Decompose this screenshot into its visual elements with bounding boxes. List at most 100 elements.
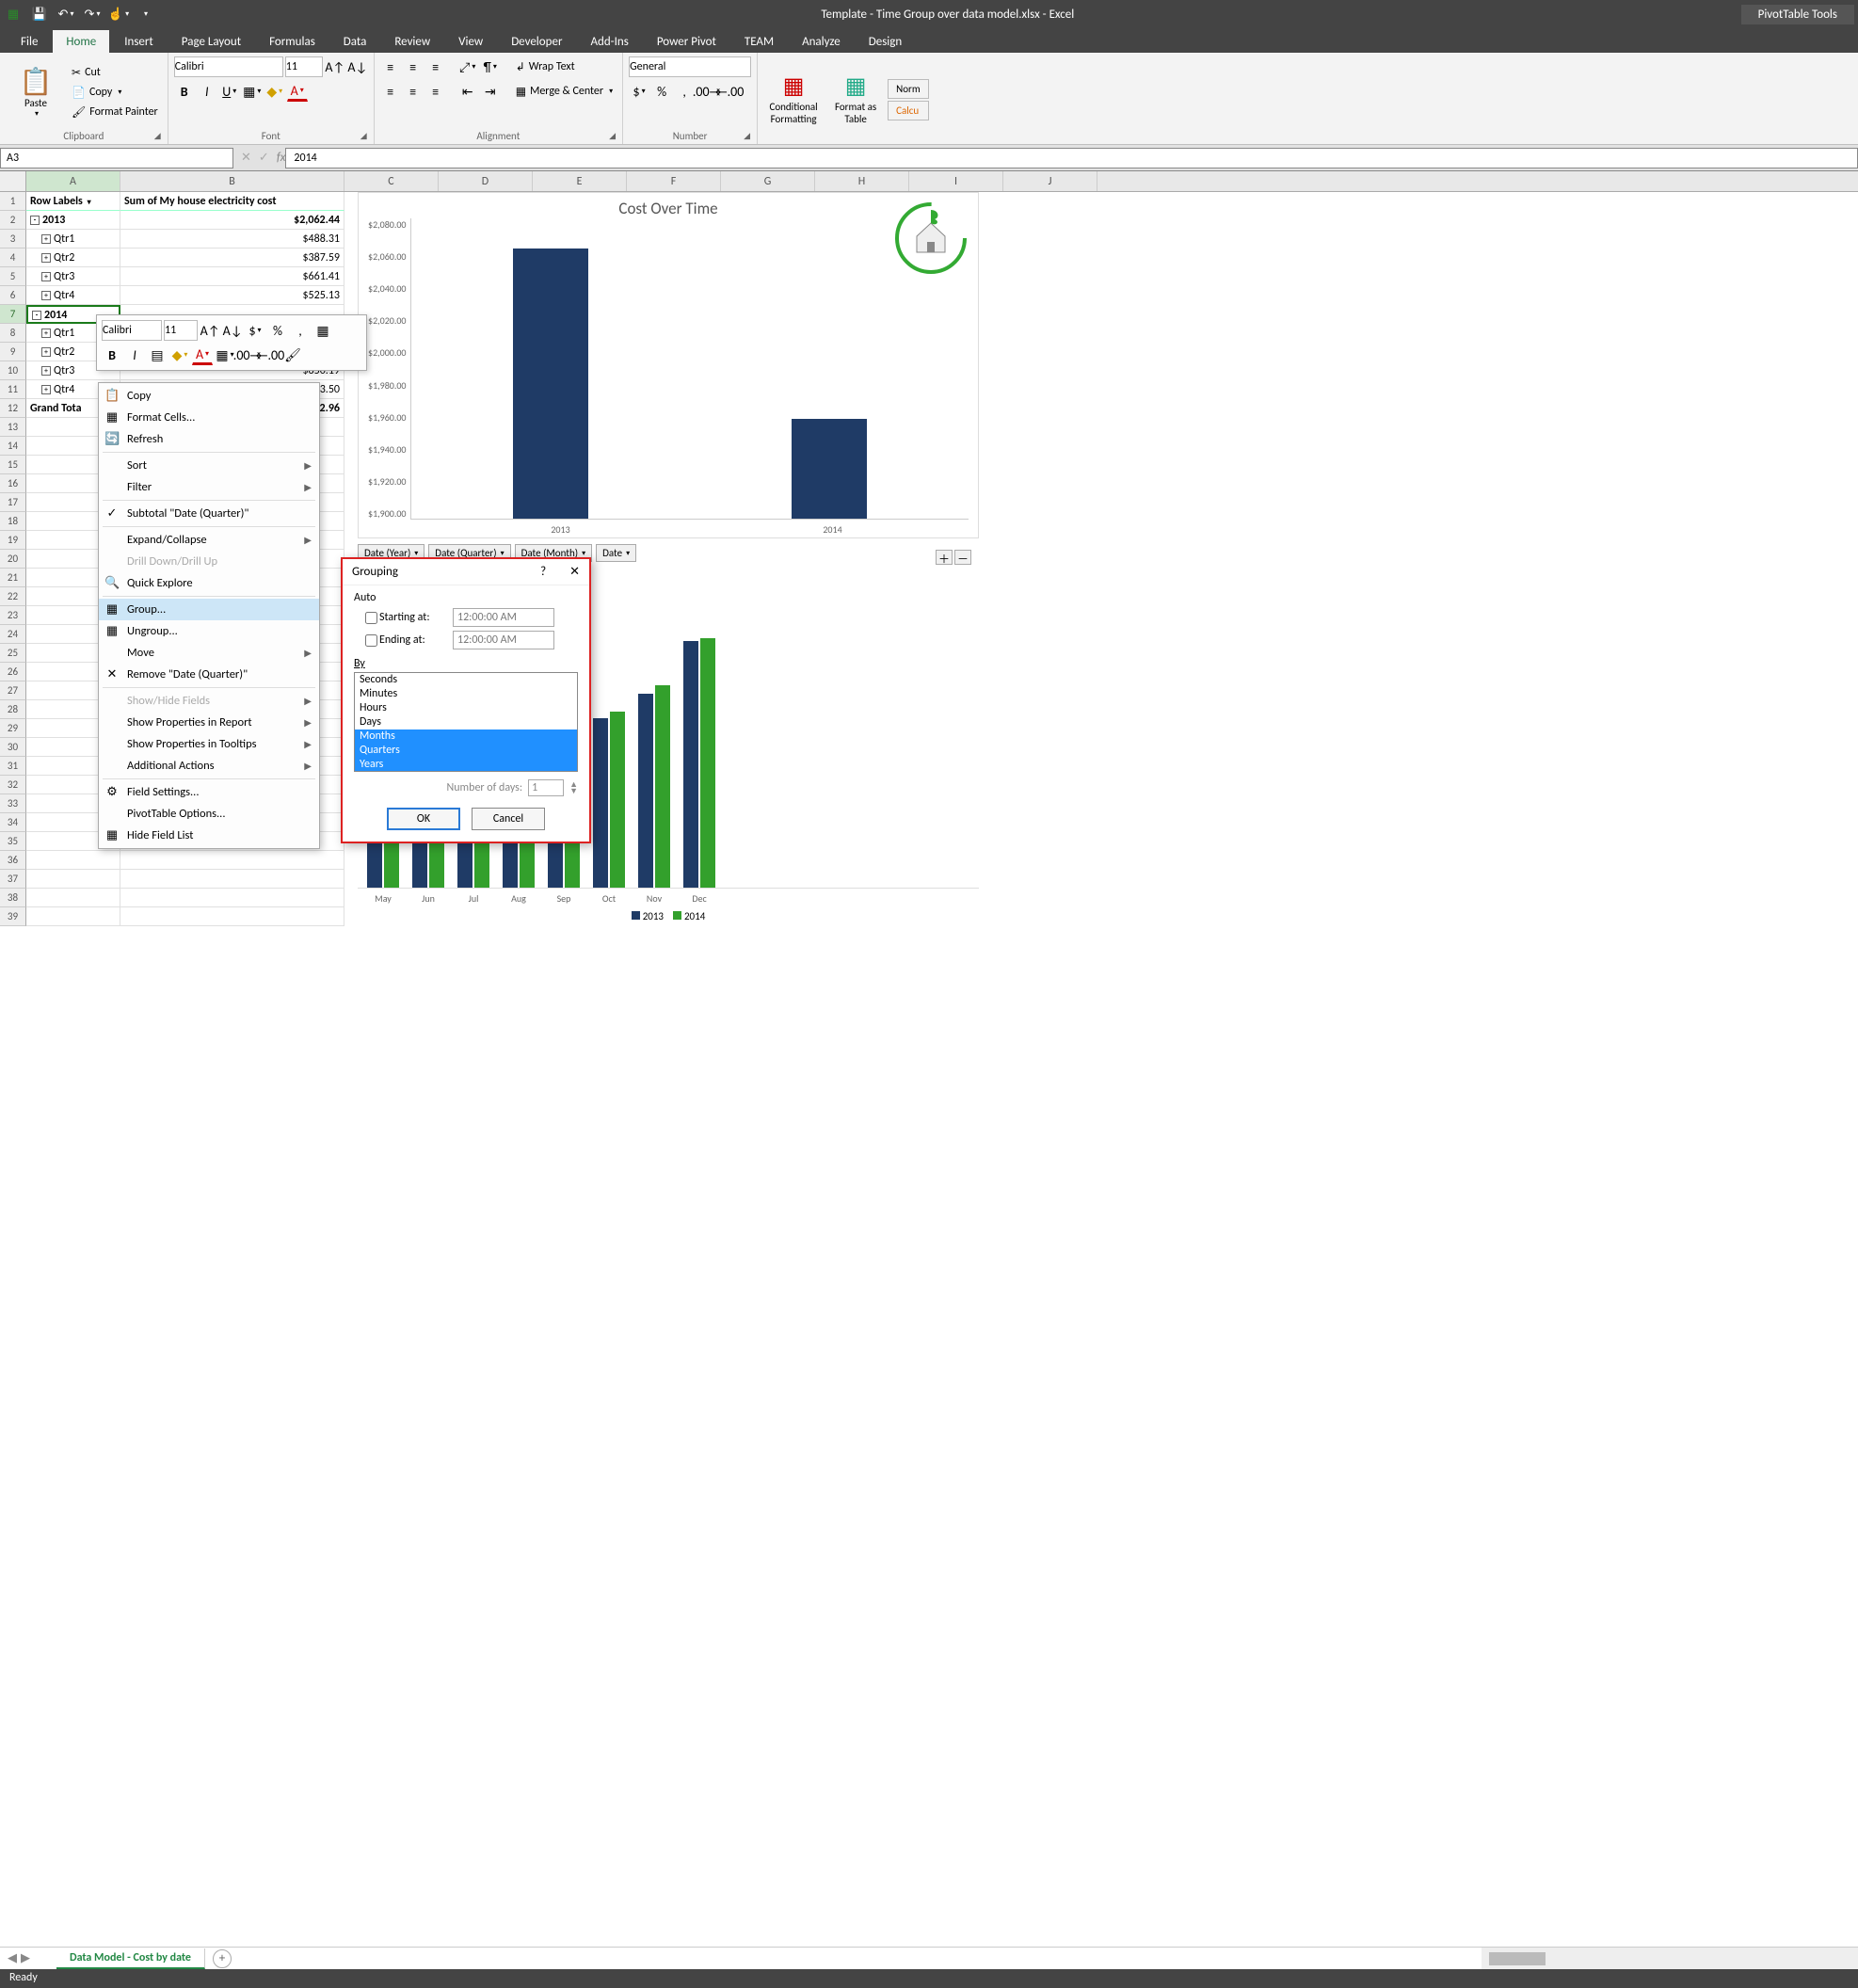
paste-button[interactable]: 📋 Paste ▾ [6, 64, 66, 120]
tab-file[interactable]: File [8, 30, 51, 53]
tab-developer[interactable]: Developer [498, 30, 575, 53]
tab-design[interactable]: Design [856, 30, 915, 53]
grouping-option[interactable]: Quarters [355, 744, 577, 758]
spinner-icon[interactable]: ▲▼ [569, 781, 578, 794]
increase-decimal-icon[interactable]: .00→ [697, 81, 717, 102]
outline-toggle-icon[interactable]: - [30, 216, 40, 225]
tab-review[interactable]: Review [381, 30, 443, 53]
grouping-option[interactable]: Minutes [355, 687, 577, 701]
undo-icon[interactable]: ↶▾ [56, 5, 75, 24]
context-menu-item[interactable]: Filter ▶ [99, 476, 319, 498]
font-name-select[interactable] [174, 56, 283, 77]
col-header-i[interactable]: I [909, 171, 1003, 191]
context-menu-item[interactable]: ▦ Ungroup... [99, 620, 319, 642]
col-header-e[interactable]: E [533, 171, 627, 191]
new-sheet-button[interactable]: + [213, 1949, 232, 1968]
empty-cell[interactable] [26, 889, 120, 907]
save-icon[interactable]: 💾 [30, 5, 49, 24]
mini-font-color-icon[interactable]: A▾ [192, 345, 213, 365]
grouping-option[interactable]: Hours [355, 701, 577, 715]
pivot-row-label[interactable]: +Qtr1 [26, 230, 120, 248]
sheet-nav-next-icon[interactable]: ▶ [21, 1951, 30, 1965]
col-header-h[interactable]: H [815, 171, 909, 191]
mini-comma-icon[interactable]: , [290, 320, 311, 341]
empty-cell[interactable] [120, 907, 344, 926]
pivot-row-value[interactable]: $525.13 [120, 286, 344, 305]
borders-button[interactable]: ▦▾ [242, 81, 263, 102]
comma-format-icon[interactable]: , [674, 81, 695, 102]
context-menu-item[interactable]: Sort ▶ [99, 455, 319, 476]
italic-button[interactable]: I [197, 81, 217, 102]
context-menu-item[interactable]: Expand/Collapse ▶ [99, 529, 319, 551]
tab-view[interactable]: View [445, 30, 496, 53]
decrease-decimal-icon[interactable]: ←.00 [719, 81, 740, 102]
bold-button[interactable]: B [174, 81, 195, 102]
mini-fill-icon[interactable]: ◆▾ [169, 345, 190, 365]
copy-button[interactable]: 📄Copy▾ [68, 84, 162, 102]
format-painter-button[interactable]: 🖌Format Painter [68, 104, 162, 121]
align-right-icon[interactable]: ≡ [425, 81, 446, 102]
cancel-button[interactable]: Cancel [472, 808, 545, 830]
number-launcher-icon[interactable]: ◢ [744, 131, 755, 142]
context-menu-item[interactable]: ▦ Format Cells... [99, 407, 319, 428]
pivot-row-value[interactable]: $2,062.44 [120, 211, 344, 230]
col-header-a[interactable]: A [26, 171, 120, 191]
align-center-icon[interactable]: ≡ [403, 81, 424, 102]
help-icon[interactable]: ? [540, 565, 546, 579]
context-menu-item[interactable]: Show Properties in Tooltips ▶ [99, 733, 319, 755]
cell-style-normal[interactable]: Norm [888, 79, 929, 99]
enter-formula-icon[interactable]: ✓ [259, 151, 269, 165]
pivotchart-field-button[interactable]: Date ▾ [596, 544, 636, 562]
chart-bar-2014[interactable] [655, 685, 670, 888]
rtl-icon[interactable]: ¶▾ [480, 56, 501, 77]
qat-customize-icon[interactable]: ▾ [136, 5, 154, 24]
pivot-row-value[interactable]: $661.41 [120, 267, 344, 286]
col-header-f[interactable]: F [627, 171, 721, 191]
context-menu-item[interactable]: ✕ Remove "Date (Quarter)" [99, 664, 319, 685]
grouping-by-listbox[interactable]: SecondsMinutesHoursDaysMonthsQuartersYea… [354, 672, 578, 772]
col-header-j[interactable]: J [1003, 171, 1097, 191]
percent-format-icon[interactable]: % [651, 81, 672, 102]
chart-bar-2013[interactable] [593, 718, 608, 888]
outline-toggle-icon[interactable]: - [32, 311, 41, 320]
select-all-corner[interactable] [0, 171, 26, 191]
align-bottom-icon[interactable]: ≡ [425, 56, 446, 77]
alignment-launcher-icon[interactable]: ◢ [609, 131, 620, 142]
mini-format-painter-icon[interactable]: 🖌 [282, 345, 303, 365]
pivot-row-value[interactable]: $387.59 [120, 248, 344, 267]
chart-bar-2013[interactable] [638, 694, 653, 888]
tab-team[interactable]: TEAM [731, 30, 787, 53]
starting-at-checkbox[interactable] [365, 612, 377, 624]
font-color-button[interactable]: A▾ [287, 81, 308, 102]
outline-toggle-icon[interactable]: + [41, 234, 51, 244]
increase-indent-icon[interactable]: ⇥ [480, 81, 501, 102]
mini-italic-icon[interactable]: I [124, 345, 145, 365]
context-menu-item[interactable]: ✓ Subtotal "Date (Quarter)" [99, 503, 319, 524]
context-menu-item[interactable]: 🔄 Refresh [99, 428, 319, 450]
tab-addins[interactable]: Add-Ins [577, 30, 641, 53]
context-menu-item[interactable]: PivotTable Options... [99, 803, 319, 825]
grouping-option[interactable]: Days [355, 715, 577, 729]
pivot-row-label[interactable]: +Qtr3 [26, 267, 120, 286]
collapse-icon[interactable]: － [954, 550, 971, 565]
outline-toggle-icon[interactable]: + [41, 329, 51, 338]
context-menu-item[interactable]: ▦ Hide Field List [99, 825, 319, 846]
outline-toggle-icon[interactable]: + [41, 366, 51, 376]
mini-underline-icon[interactable]: ▤ [147, 345, 168, 365]
orientation-icon[interactable]: ⤢▾ [457, 56, 478, 77]
font-size-select[interactable] [285, 56, 323, 77]
tab-analyze[interactable]: Analyze [789, 30, 854, 53]
cancel-formula-icon[interactable]: ✕ [241, 151, 251, 165]
tab-data[interactable]: Data [330, 30, 380, 53]
filter-dropdown-icon[interactable]: ▾ [88, 198, 91, 207]
num-days-input[interactable]: 1 [528, 779, 564, 796]
format-as-table-button[interactable]: ▦ Format as Table [825, 72, 886, 127]
chart-bar-2013[interactable] [683, 641, 698, 889]
redo-icon[interactable]: ↷▾ [83, 5, 102, 24]
clipboard-launcher-icon[interactable]: ◢ [154, 131, 166, 142]
empty-cell[interactable] [26, 851, 120, 870]
context-menu-item[interactable]: Show Properties in Report ▶ [99, 712, 319, 733]
formula-input[interactable] [285, 148, 1858, 168]
chart-bar-2014[interactable] [700, 638, 715, 888]
outline-toggle-icon[interactable]: + [41, 253, 51, 263]
